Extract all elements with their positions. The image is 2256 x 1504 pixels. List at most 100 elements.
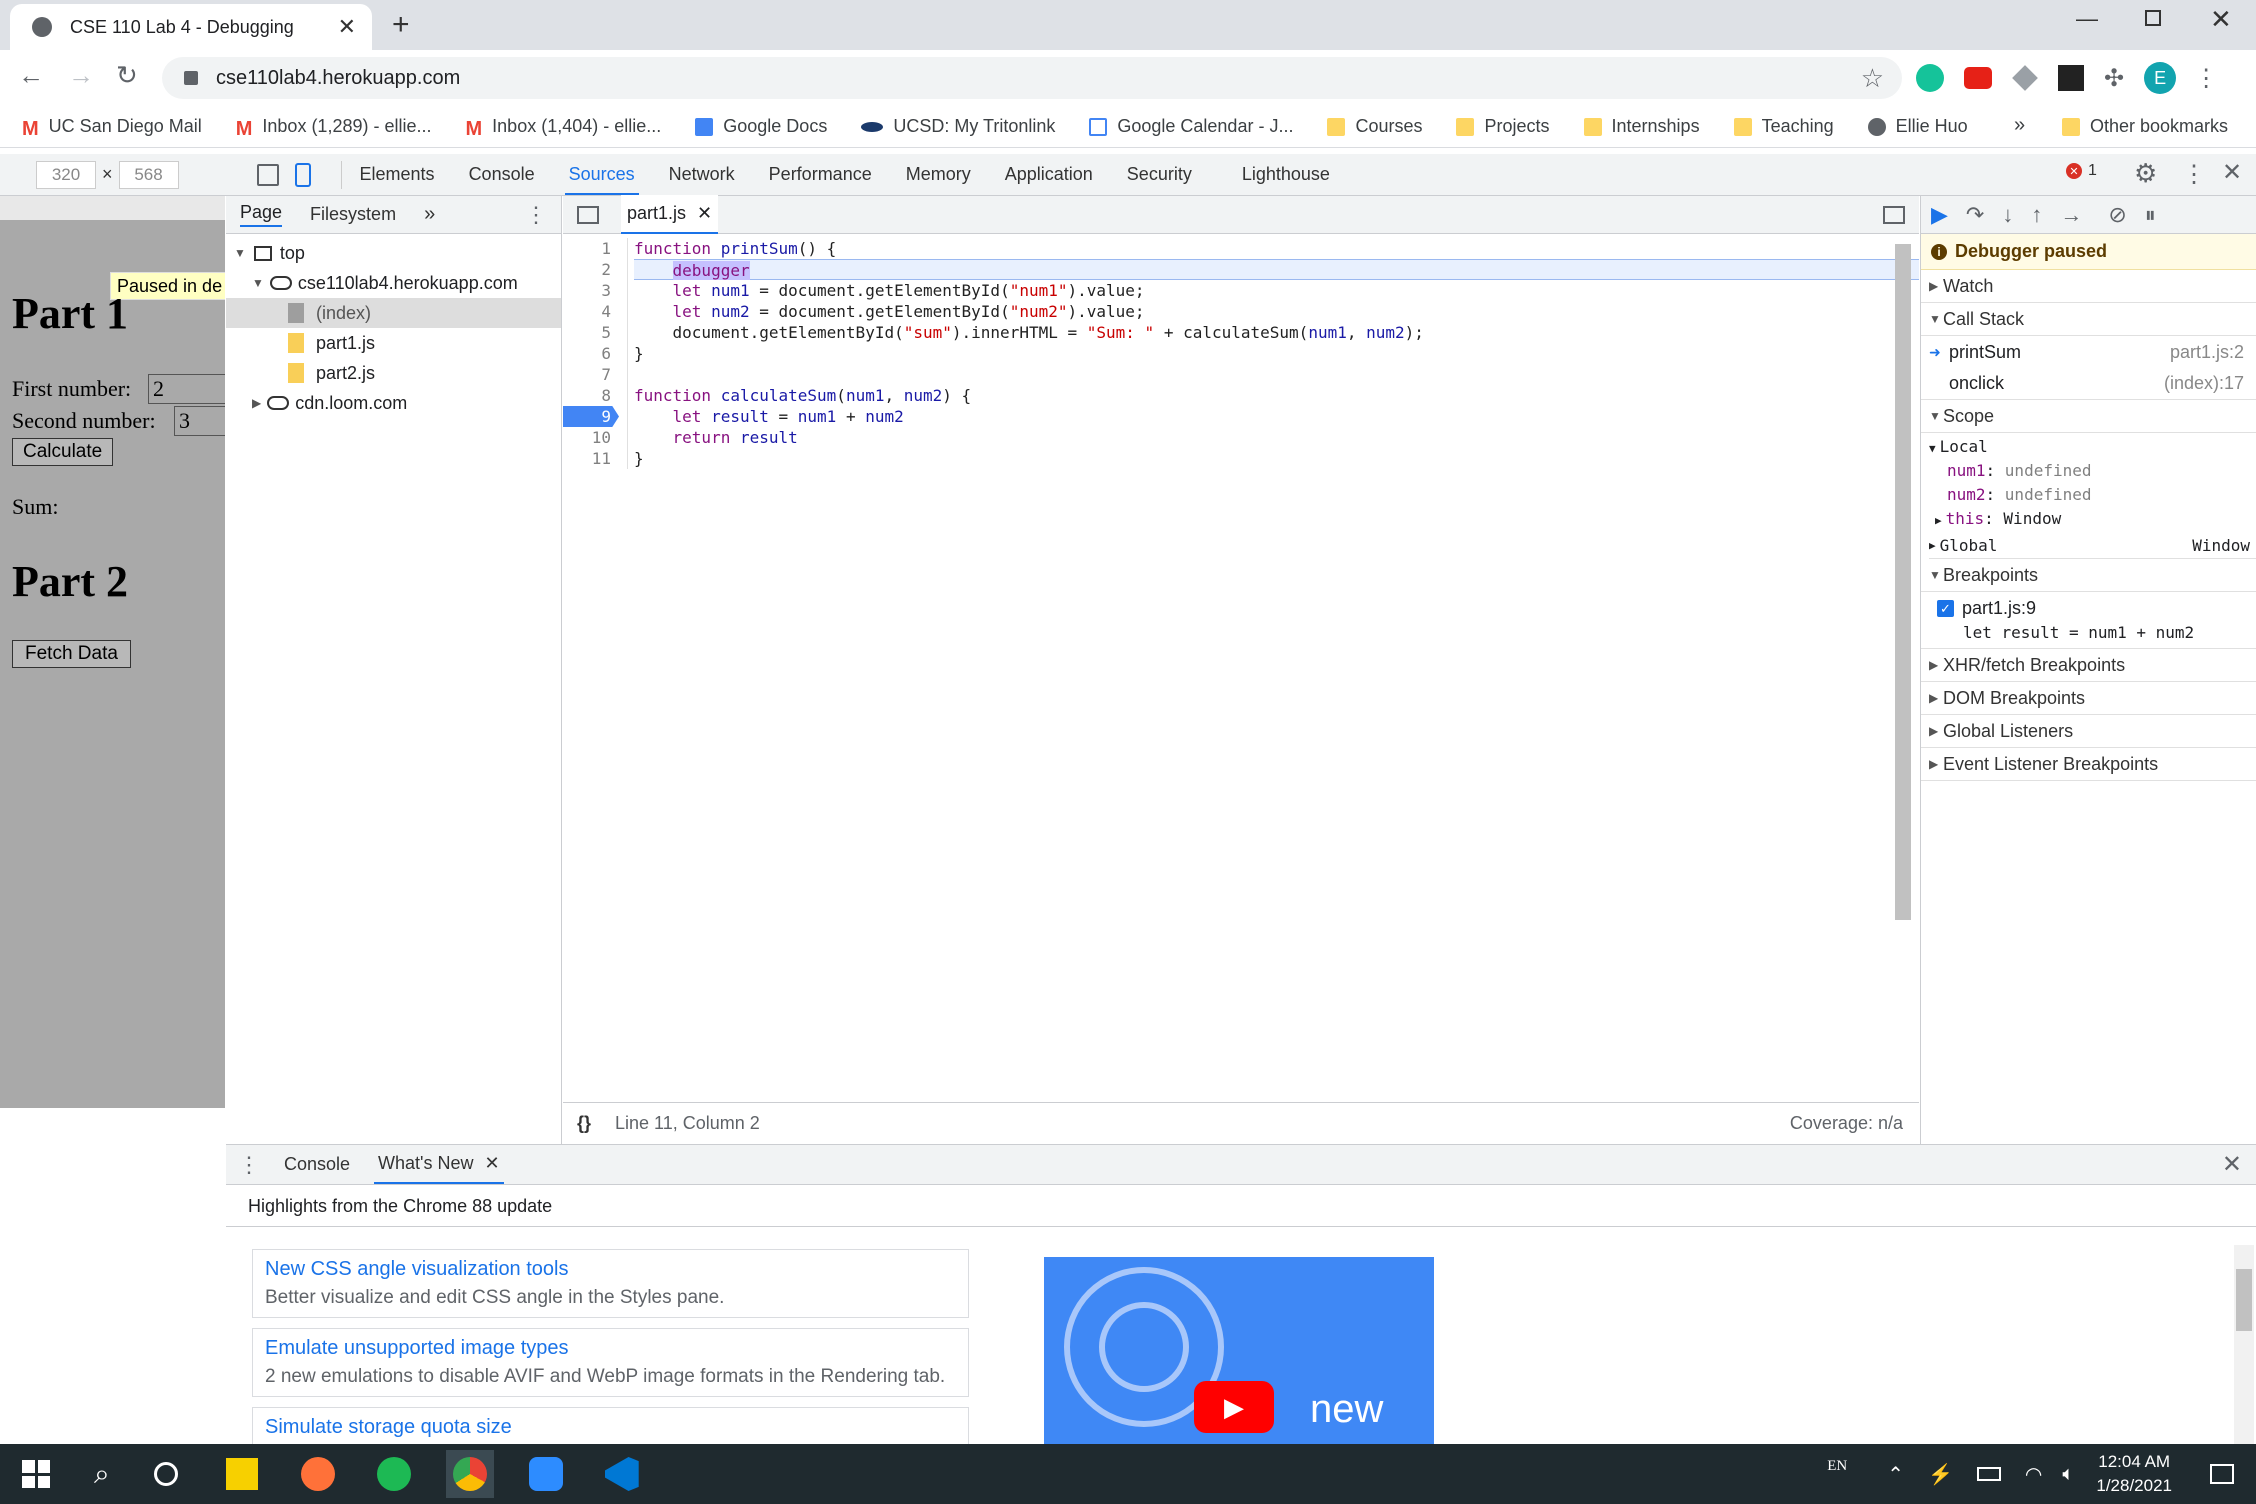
more-tabs-button[interactable]: » xyxy=(424,203,435,226)
restore-icon[interactable] xyxy=(2145,10,2161,26)
devtools-menu-icon[interactable]: ⋮ xyxy=(2182,160,2206,189)
tree-item-file[interactable]: part1.js xyxy=(226,328,561,358)
deactivate-breakpoints-icon[interactable]: ⊘ xyxy=(2108,202,2126,228)
toggle-navigator-icon[interactable] xyxy=(577,205,599,224)
line-number[interactable]: 6 xyxy=(563,343,619,364)
whats-new-video[interactable]: ▶ new xyxy=(1044,1257,1434,1445)
line-number[interactable]: 2 xyxy=(563,259,619,280)
bookmark-item[interactable]: Google Docs xyxy=(695,116,827,137)
pretty-print-button[interactable]: {} xyxy=(577,1113,591,1134)
error-counter[interactable]: ✕ 1 xyxy=(2066,162,2097,180)
language-indicator[interactable]: EN xyxy=(1827,1458,1847,1475)
step-icon[interactable]: → xyxy=(2060,202,2082,228)
line-number[interactable]: 11 xyxy=(563,448,619,469)
tab-page[interactable]: Page xyxy=(240,202,283,227)
scope-variable[interactable]: num1: undefined xyxy=(1929,461,2256,485)
volume-icon[interactable]: 🔈︎ xyxy=(2062,1463,2074,1486)
inspect-element-icon[interactable] xyxy=(256,163,279,186)
dom-breakpoints-section[interactable]: ▶ DOM Breakpoints xyxy=(1921,682,2256,715)
breakpoint-item[interactable]: ✓ part1.js:9 let result = num1 + num2 xyxy=(1921,592,2256,649)
forward-icon[interactable]: → xyxy=(68,60,94,91)
editor-tab-part1[interactable]: part1.js ✕ xyxy=(621,195,719,234)
navigator-menu-icon[interactable]: ⋮ xyxy=(525,202,547,228)
step-into-icon[interactable]: ↓ xyxy=(2002,202,2013,228)
tree-item-file[interactable]: (index) xyxy=(226,298,561,328)
back-icon[interactable]: ← xyxy=(18,60,44,91)
toggle-debugger-icon[interactable] xyxy=(1883,205,1905,224)
line-number[interactable]: 4 xyxy=(563,301,619,322)
event-listener-breakpoints-section[interactable]: ▶ Event Listener Breakpoints xyxy=(1921,748,2256,781)
bookmark-item[interactable]: Internships xyxy=(1583,116,1700,137)
tab-application[interactable]: Application xyxy=(1005,164,1093,185)
step-out-icon[interactable]: ↑ xyxy=(2031,202,2042,228)
close-tab-icon[interactable]: ✕ xyxy=(485,1153,500,1173)
line-number[interactable]: 7 xyxy=(563,364,619,385)
scope-variable[interactable]: num2: undefined xyxy=(1929,485,2256,509)
close-tab-icon[interactable]: ✕ xyxy=(338,14,356,40)
second-number-input[interactable]: 3 xyxy=(174,406,225,436)
call-frame[interactable]: ➜ printSum part1.js:2 xyxy=(1921,336,2256,368)
tab-filesystem[interactable]: Filesystem xyxy=(310,204,396,225)
close-devtools-icon[interactable]: ✕ xyxy=(2222,158,2242,187)
line-number[interactable]: 1 xyxy=(563,238,619,259)
notifications-icon[interactable] xyxy=(2210,1464,2234,1484)
ext-icon[interactable] xyxy=(2012,65,2038,91)
task-view-icon[interactable] xyxy=(153,1462,178,1486)
settings-gear-icon[interactable]: ⚙ xyxy=(2134,158,2157,189)
tab-lighthouse[interactable]: Lighthouse xyxy=(1242,164,1330,185)
minimize-icon[interactable]: — xyxy=(2076,6,2098,32)
call-stack-section[interactable]: ▼ Call Stack xyxy=(1921,303,2256,336)
tab-security[interactable]: Security xyxy=(1127,164,1192,185)
tree-item-domain[interactable]: ▼ cse110lab4.herokuapp.com xyxy=(226,268,561,298)
bookmark-item[interactable]: Courses xyxy=(1327,116,1422,137)
close-file-icon[interactable]: ✕ xyxy=(697,203,712,223)
close-drawer-icon[interactable]: ✕ xyxy=(2222,1150,2242,1179)
youtube-play-icon[interactable]: ▶ xyxy=(1194,1381,1274,1433)
reload-icon[interactable]: ↻ xyxy=(116,60,138,91)
other-bookmarks[interactable]: Other bookmarks xyxy=(2062,116,2228,137)
tree-item-top[interactable]: ▼ top xyxy=(226,238,561,268)
breakpoint-checkbox[interactable]: ✓ xyxy=(1937,600,1954,617)
grammarly-icon[interactable] xyxy=(1916,64,1944,92)
first-number-input[interactable]: 2 xyxy=(148,374,225,404)
chrome-icon[interactable] xyxy=(445,1450,494,1498)
scope-section[interactable]: ▼ Scope xyxy=(1921,400,2256,433)
bookmark-item[interactable]: UCSD: My Tritonlink xyxy=(861,116,1055,137)
firefox-icon[interactable] xyxy=(294,1450,342,1498)
xhr-breakpoints-section[interactable]: ▶ XHR/fetch Breakpoints xyxy=(1921,649,2256,682)
scope-global[interactable]: ▶ Global Window xyxy=(1929,533,2256,559)
editor-scrollbar[interactable] xyxy=(1895,244,1911,920)
puzzle-icon[interactable]: ✣ xyxy=(2104,64,2124,93)
tab-memory[interactable]: Memory xyxy=(906,164,971,185)
bookmark-item[interactable]: M Inbox (1,404) - ellie... xyxy=(466,116,662,140)
line-gutter[interactable]: 1 2 3 4 5 6 7 8 9 10 11 xyxy=(563,238,627,469)
pause-on-exceptions-icon[interactable]: ⏸ xyxy=(2145,202,2156,228)
line-number[interactable]: 3 xyxy=(563,280,619,301)
tab-sources[interactable]: Sources xyxy=(564,164,639,195)
new-tab-icon[interactable]: + xyxy=(392,8,410,42)
tree-item-file[interactable]: part2.js xyxy=(226,358,561,388)
vscode-icon[interactable] xyxy=(598,1450,646,1498)
drawer-tab-whats-new[interactable]: What's New ✕ xyxy=(374,1145,504,1184)
menu-icon[interactable]: ⋮ xyxy=(2194,64,2218,93)
tree-item-cdn[interactable]: ▶ cdn.loom.com xyxy=(226,388,561,418)
device-width-input[interactable]: 320 xyxy=(36,160,96,189)
fetch-data-button[interactable]: Fetch Data xyxy=(12,640,131,668)
whats-new-card[interactable]: New CSS angle visualization tools Better … xyxy=(252,1249,969,1318)
global-listeners-section[interactable]: ▶ Global Listeners xyxy=(1921,715,2256,748)
spotify-icon[interactable] xyxy=(370,1450,418,1498)
tray-chevron-icon[interactable]: ⌃ xyxy=(1887,1462,1904,1487)
zoom-icon[interactable] xyxy=(522,1450,570,1498)
tab-performance[interactable]: Performance xyxy=(769,164,872,185)
line-number[interactable]: 8 xyxy=(563,385,619,406)
scope-variable[interactable]: ▶ this: Window xyxy=(1929,509,2256,533)
clock[interactable]: 12:04 AM 1/28/2021 xyxy=(2096,1450,2172,1498)
call-frame[interactable]: onclick (index):17 xyxy=(1921,368,2256,400)
device-toolbar-icon[interactable] xyxy=(294,162,311,187)
device-height-input[interactable]: 568 xyxy=(118,160,179,189)
whats-new-card[interactable]: Emulate unsupported image types 2 new emu… xyxy=(252,1328,969,1397)
bookmark-item[interactable]: M UC San Diego Mail xyxy=(22,116,202,140)
tab-console[interactable]: Console xyxy=(469,164,535,185)
tab-elements[interactable]: Elements xyxy=(360,164,435,185)
line-number[interactable]: 5 xyxy=(563,322,619,343)
